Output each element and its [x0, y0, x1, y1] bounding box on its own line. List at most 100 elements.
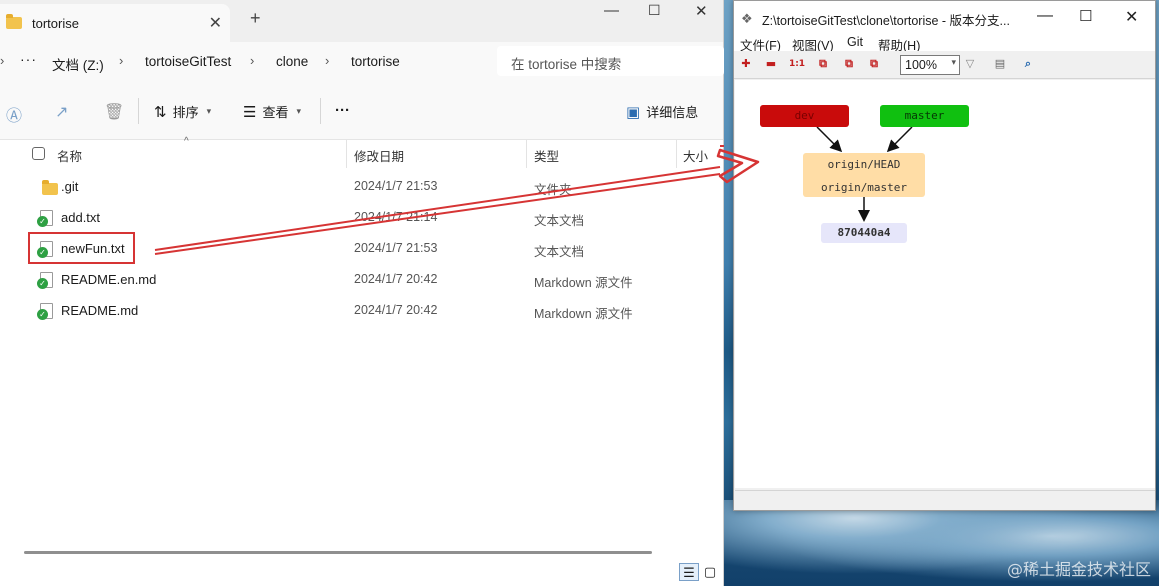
horizontal-scrollbar[interactable] [24, 551, 652, 554]
share-icon[interactable]: ↗ [55, 102, 68, 122]
file-modified: 2024/1/7 20:42 [354, 272, 438, 286]
address-bar: › ··· 文档 (Z:) › tortoiseGitTest › clone … [0, 42, 724, 80]
expand-all-icon[interactable]: ✚ [739, 57, 753, 71]
tortoisegit-file-icon: ✓ [37, 303, 53, 320]
details-pane-icon: ▣ [626, 103, 641, 121]
title-bar: ❖ Z:\tortoiseGitTest\clone\tortorise - 版… [734, 1, 1155, 33]
column-divider[interactable] [526, 140, 527, 168]
select-all-checkbox[interactable] [32, 147, 45, 160]
details-pane-button[interactable]: ▣ 详细信息 [626, 102, 698, 121]
file-modified: 2024/1/7 21:53 [354, 241, 438, 255]
menu-git[interactable]: Git [847, 35, 863, 49]
chevron-down-icon: ▾ [951, 57, 956, 67]
chevron-down-icon: ▾ [296, 106, 301, 116]
file-modified: 2024/1/7 21:14 [354, 210, 438, 224]
collapse-all-icon[interactable]: ▬ [764, 57, 778, 71]
breadcrumb-clone[interactable]: clone [276, 54, 308, 69]
tiles-view-icon[interactable]: ▢ [700, 563, 720, 581]
graph-toolbar: ✚ ▬ 1:1 ⧉ ⧉ ⧉ 100% ▾ ▽ ▤ ⌕ [734, 51, 1155, 79]
rename-icon[interactable]: Ⓐ [6, 102, 22, 126]
file-explorer-window: tortorise ✕ + — ☐ ✕ › ··· 文档 (Z:) › tort… [0, 0, 724, 586]
search-icon[interactable]: ⌕ [1021, 57, 1035, 71]
column-size[interactable]: 大小 [683, 146, 708, 165]
toolbar-divider [138, 98, 139, 124]
remote-master-label: origin/master [820, 181, 908, 194]
maximize-icon[interactable]: ☐ [1079, 7, 1092, 25]
join-icon[interactable]: ⧉ [842, 57, 856, 71]
breadcrumb-tortoisegittest[interactable]: tortoiseGitTest [145, 54, 231, 69]
commit-node[interactable]: 870440a4 [821, 223, 907, 243]
file-row-readme-md[interactable]: ✓ README.md 2024/1/7 20:42 Markdown 源文件 [0, 295, 724, 326]
branch-node-dev[interactable]: dev [760, 105, 849, 127]
sort-icon: ⇅ [154, 103, 167, 121]
overview-icon[interactable]: ▤ [993, 57, 1007, 71]
one-to-one-icon[interactable]: 1:1 [788, 57, 806, 71]
breadcrumb-separator: › [0, 53, 5, 68]
menu-bar: 文件(F) 视图(V) Git 帮助(H) [734, 33, 1155, 53]
file-name: add.txt [61, 210, 101, 225]
fold-icon[interactable]: ⧉ [867, 57, 881, 71]
column-header: ^ 名称 修改日期 类型 大小 [0, 136, 724, 168]
zoom-value: 100% [905, 58, 937, 72]
branch-node-master[interactable]: master [880, 105, 969, 127]
close-window-icon[interactable]: ✕ [1125, 7, 1138, 27]
sort-up-icon: ^ [184, 136, 189, 147]
breadcrumb-separator[interactable]: › [325, 53, 329, 68]
file-name: README.en.md [61, 272, 157, 287]
watermark: @稀土掘金技术社区 [1006, 560, 1151, 579]
file-row-readme-en-md[interactable]: ✓ README.en.md 2024/1/7 20:42 Markdown 源… [0, 264, 724, 295]
sort-label: 排序 [172, 105, 199, 120]
search-input[interactable]: 在 tortorise 中搜索 [497, 46, 724, 76]
minimize-icon[interactable]: — [1037, 7, 1053, 25]
breadcrumb-tortorise[interactable]: tortorise [351, 54, 400, 69]
column-type[interactable]: 类型 [534, 146, 559, 165]
remote-head-label: origin/HEAD [827, 158, 901, 171]
delete-icon[interactable]: 🗑 [104, 102, 124, 122]
remote-branch-node[interactable]: origin/HEAD origin/master [803, 153, 925, 197]
tortoisegit-file-icon: ✓ [37, 210, 53, 227]
sort-button[interactable]: ⇅ 排序 ▾ [154, 102, 211, 121]
graph-edges [816, 126, 913, 222]
toolbar-divider [320, 98, 321, 124]
breadcrumb-separator[interactable]: › [250, 53, 254, 68]
breadcrumb-overflow-button[interactable]: ··· [20, 51, 37, 67]
file-type: 文件夹 [534, 183, 572, 197]
file-row-git[interactable]: .git 2024/1/7 21:53 文件夹 [0, 171, 724, 202]
chevron-down-icon: ▾ [206, 106, 212, 116]
column-modified[interactable]: 修改日期 [354, 146, 404, 165]
tab-bar: tortorise ✕ + — ☐ ✕ [0, 0, 723, 42]
split-icon[interactable]: ⧉ [816, 57, 830, 71]
folder-icon [42, 180, 58, 195]
minimize-icon[interactable]: — [604, 2, 619, 19]
tab-tortorise[interactable]: tortorise ✕ [0, 4, 230, 42]
window-title: Z:\tortoiseGitTest\clone\tortorise - 版本分… [762, 14, 1010, 28]
filter-icon[interactable]: ▽ [963, 57, 977, 71]
close-tab-icon[interactable]: ✕ [209, 13, 222, 33]
breadcrumb-separator[interactable]: › [119, 53, 123, 68]
column-divider[interactable] [346, 140, 347, 168]
column-name[interactable]: 名称 [57, 146, 82, 165]
breadcrumb-drive[interactable]: 文档 (Z:) [52, 54, 104, 74]
tortoisegit-file-icon: ✓ [37, 272, 53, 289]
zoom-select[interactable]: 100% ▾ [900, 55, 960, 75]
revision-graph-canvas[interactable]: dev master origin/HEAD origin/master 870… [735, 80, 1155, 488]
edge-dev-origin [816, 126, 843, 153]
revision-graph-app-icon: ❖ [741, 11, 753, 26]
file-modified: 2024/1/7 20:42 [354, 303, 438, 317]
file-modified: 2024/1/7 21:53 [354, 179, 438, 193]
close-window-icon[interactable]: ✕ [695, 2, 708, 20]
command-bar: Ⓐ ↗ 🗑 ⇅ 排序 ▾ ☰ 查看 ▾ ··· ▣ 详细信息 [0, 80, 723, 140]
new-tab-button[interactable]: + [250, 8, 261, 29]
file-type: 文本文档 [534, 245, 585, 259]
revision-graph-window: ❖ Z:\tortoiseGitTest\clone\tortorise - 版… [733, 0, 1156, 511]
view-icon: ☰ [243, 103, 257, 121]
more-options-button[interactable]: ··· [335, 102, 350, 119]
file-type: Markdown 源文件 [534, 307, 633, 321]
folder-icon [6, 14, 22, 29]
view-button[interactable]: ☰ 查看 ▾ [243, 102, 301, 121]
maximize-icon[interactable]: ☐ [648, 2, 661, 19]
tab-title: tortorise [32, 15, 79, 31]
column-divider[interactable] [676, 140, 677, 168]
details-view-icon[interactable]: ☰ [679, 563, 699, 581]
file-row-add-txt[interactable]: ✓ add.txt 2024/1/7 21:14 文本文档 [0, 202, 724, 233]
